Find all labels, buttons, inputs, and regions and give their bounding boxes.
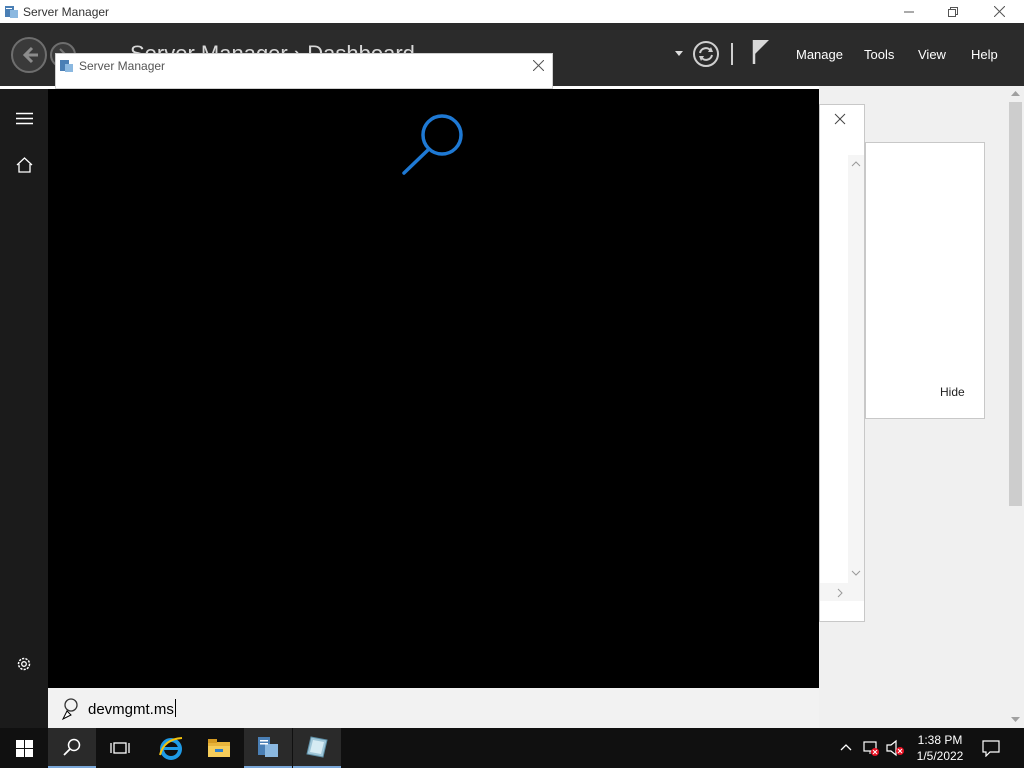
- back-arrow-icon: [22, 46, 38, 64]
- close-icon: [993, 6, 1005, 17]
- taskbar-internet-explorer[interactable]: [147, 728, 195, 768]
- menu-manage[interactable]: Manage: [796, 47, 843, 62]
- panel-scrollbar[interactable]: [848, 155, 864, 585]
- scroll-down-icon[interactable]: [1011, 716, 1020, 723]
- start-button[interactable]: [0, 728, 48, 768]
- internet-explorer-icon: [159, 737, 183, 760]
- hamburger-menu-icon[interactable]: [16, 112, 33, 126]
- scrollbar-thumb[interactable]: [1009, 102, 1022, 506]
- scroll-up-icon[interactable]: [1011, 90, 1020, 97]
- close-button[interactable]: [976, 0, 1022, 23]
- show-hidden-icons-chevron[interactable]: [840, 743, 852, 751]
- menu-view[interactable]: View: [918, 47, 946, 62]
- cortana-icon: [61, 698, 78, 721]
- refresh-icon[interactable]: [692, 40, 720, 68]
- network-icon[interactable]: [862, 739, 880, 757]
- home-icon[interactable]: [16, 157, 33, 173]
- back-button[interactable]: [11, 37, 47, 73]
- action-center-icon[interactable]: [982, 739, 1000, 757]
- hide-link[interactable]: Hide: [940, 385, 965, 399]
- dashboard-panel: [819, 104, 865, 622]
- server-manager-icon: [60, 60, 73, 72]
- window-title-bar: Server Manager: [0, 0, 1024, 23]
- menu-tools[interactable]: Tools: [864, 47, 894, 62]
- panel-close-icon[interactable]: [834, 113, 846, 125]
- scroll-down-icon[interactable]: [851, 569, 861, 577]
- file-explorer-icon: [208, 739, 230, 757]
- notifications-flag-icon[interactable]: [750, 38, 772, 66]
- search-results-panel: [48, 89, 819, 688]
- window-title: Server Manager: [23, 5, 110, 19]
- taskbar-search-button[interactable]: [48, 728, 96, 768]
- panel-hscrollbar[interactable]: [820, 583, 864, 601]
- overlay-close-icon[interactable]: [533, 60, 544, 71]
- start-menu-strip: [0, 89, 48, 728]
- overlay-window-title: Server Manager: [79, 59, 166, 73]
- search-magnifier-icon: [402, 114, 463, 175]
- clock-time: 1:38 PM: [917, 733, 963, 747]
- taskbar: 1:38 PM 1/5/2022: [0, 728, 1024, 768]
- server-manager-icon: [258, 737, 278, 757]
- header-divider: [731, 43, 733, 65]
- taskbar-server-manager[interactable]: [244, 728, 292, 768]
- taskbar-clock[interactable]: 1:38 PM 1/5/2022: [905, 732, 975, 764]
- windows-start-icon: [15, 739, 33, 757]
- search-icon: [63, 738, 81, 756]
- search-input[interactable]: devmgmt.ms: [88, 699, 176, 718]
- scroll-right-icon[interactable]: [836, 588, 844, 598]
- task-view-button[interactable]: [96, 728, 144, 768]
- taskbar-app[interactable]: [293, 728, 341, 768]
- chevron-down-icon[interactable]: [675, 51, 683, 57]
- welcome-tile: Hide: [865, 142, 985, 419]
- task-view-icon: [110, 742, 130, 754]
- minimize-icon: [904, 11, 914, 12]
- restore-button[interactable]: [930, 0, 976, 23]
- settings-gear-icon[interactable]: [15, 655, 33, 673]
- app-window-icon: [306, 736, 328, 758]
- search-box[interactable]: devmgmt.ms: [48, 688, 819, 728]
- server-manager-icon: [5, 6, 18, 18]
- minimize-button[interactable]: [886, 0, 932, 23]
- menu-help[interactable]: Help: [971, 47, 998, 62]
- taskbar-file-explorer[interactable]: [195, 728, 243, 768]
- clock-date: 1/5/2022: [916, 749, 964, 763]
- main-scrollbar[interactable]: [1007, 86, 1024, 728]
- scroll-up-icon[interactable]: [851, 160, 861, 168]
- search-query: devmgmt.ms: [88, 701, 174, 718]
- volume-icon[interactable]: [885, 739, 905, 757]
- text-caret: [174, 699, 176, 717]
- restore-icon: [948, 6, 958, 17]
- server-manager-overlay-titlebar[interactable]: Server Manager: [55, 53, 553, 89]
